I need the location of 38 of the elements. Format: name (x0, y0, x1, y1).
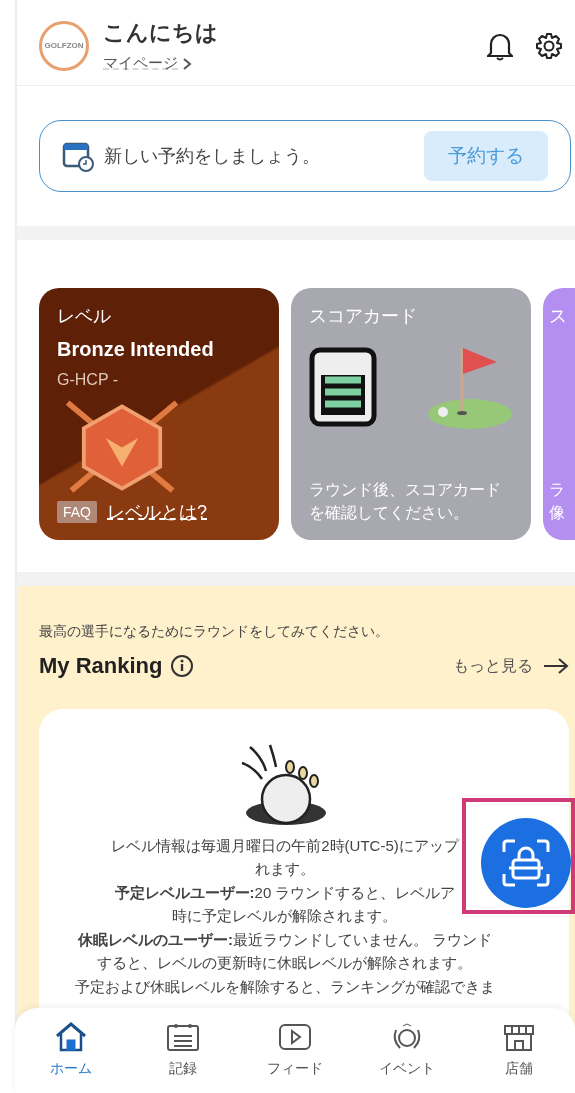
ranking-note: 休眠レベルのユーザー:最近ラウンドしていません。 ラウンド すると、レベルの更新時に休眠レベルが解除されます。 (77, 930, 493, 973)
ranking-note: レベル情報は毎週月曜日の午前2時(UTC-5)にアップ れます。 (111, 836, 459, 879)
play-icon (278, 1022, 312, 1052)
calendar-clock-icon (62, 140, 94, 172)
card-description: 像 (549, 502, 566, 523)
booking-message: 新しい予約をしましょう。 (104, 145, 321, 168)
store-icon (502, 1022, 536, 1052)
home-icon (54, 1022, 88, 1052)
ranking-intro: 最高の選手になるためにラウンドをしてみてください。 (39, 623, 389, 639)
level-faq-link[interactable]: レベルとは? (107, 500, 208, 524)
card-title: スコアカード (309, 305, 418, 328)
card-description: ラ (549, 480, 566, 501)
arrow-right-icon (543, 657, 569, 675)
nav-tab[interactable]: 店舗 (463, 1008, 575, 1093)
nav-tab[interactable]: フィード (239, 1008, 351, 1093)
scan-lock-icon (501, 838, 551, 888)
nav-tab[interactable]: イベント (351, 1008, 463, 1093)
see-more-link[interactable]: もっと見る (453, 655, 569, 677)
scorecard-icon (309, 347, 377, 427)
handicap-text: G-HCP - (57, 371, 120, 389)
settings-icon[interactable] (535, 31, 563, 60)
greeting-title: こんにちは (103, 19, 219, 47)
faq-badge: FAQ (57, 501, 97, 523)
card-title: ス (549, 305, 568, 328)
nav-tab[interactable]: 記録 (127, 1008, 239, 1093)
nav-tab[interactable]: ホーム (15, 1008, 127, 1093)
ranking-title: My Ranking (39, 653, 163, 679)
card-description: ラウンド後、スコアカードを確認してください。 (309, 480, 502, 523)
level-card[interactable]: レベル Bronze Intended G-HCP - FAQ レベルとは? (39, 288, 279, 540)
ranking-note: 予定および休眠レベルを解除すると、ランキングが確認できま (75, 977, 495, 997)
calendar-icon (166, 1022, 200, 1052)
chevron-right-icon (182, 56, 192, 71)
profile-logo[interactable]: GOLFZON (39, 20, 89, 71)
mypage-link[interactable]: マイページ (103, 54, 473, 73)
level-name: Bronze Intended (57, 338, 215, 361)
card-title: レベル (57, 305, 112, 328)
ranking-note: 予定レベルユーザー:20 ラウンドすると、レベルア 時に予定レベルが解除されます。 (114, 883, 456, 926)
info-icon[interactable] (170, 654, 195, 678)
